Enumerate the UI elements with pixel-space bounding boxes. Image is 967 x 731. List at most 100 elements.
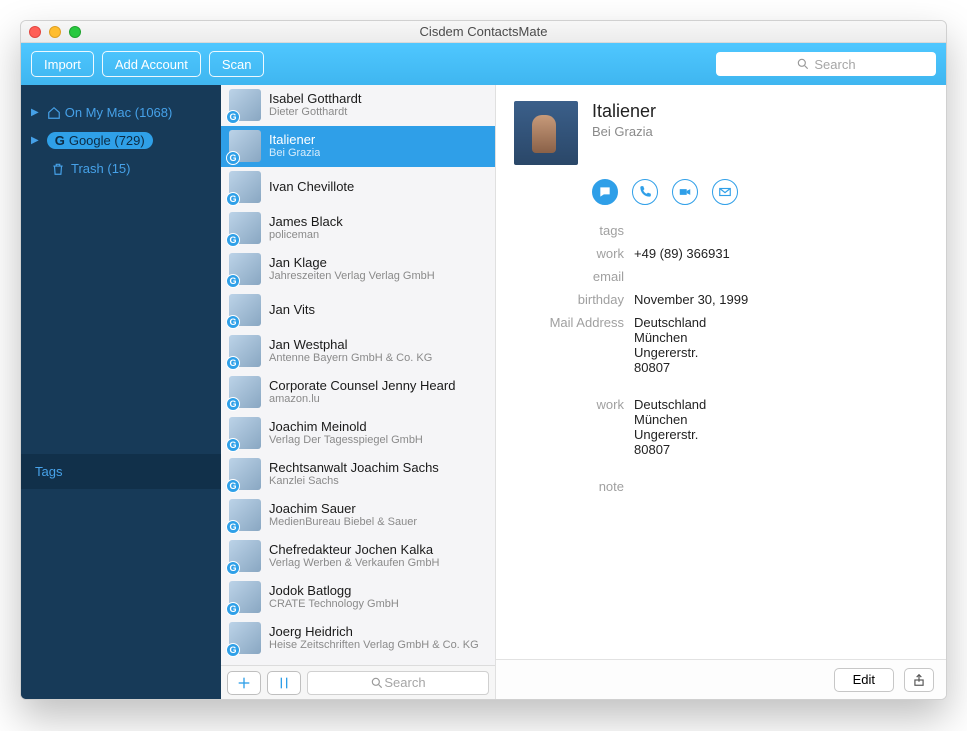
sidebar-trash-label: Trash (15) [71,161,130,176]
avatar: G [229,540,261,572]
home-icon [47,106,61,120]
contact-row[interactable]: GIvan Chevillote [221,167,495,208]
sidebar-tags-area [21,489,221,699]
avatar: G [229,294,261,326]
avatar: G [229,458,261,490]
google-badge-icon: G [226,479,240,493]
scan-button[interactable]: Scan [209,51,265,77]
disclosure-triangle-icon[interactable]: ▶ [31,107,39,118]
contact-subtitle: Bei Grazia [269,147,320,160]
search-input-top[interactable]: Search [716,52,936,76]
contact-subtitle: MedienBureau Biebel & Sauer [269,516,417,529]
detail-field-row: birthdayNovember 30, 1999 [514,288,928,311]
contact-row[interactable]: G Isabel GotthardtDieter Gotthardt [221,85,495,126]
contact-row[interactable]: GJoachim MeinoldVerlag Der Tagesspiegel … [221,413,495,454]
import-button[interactable]: Import [31,51,94,77]
add-account-button[interactable]: Add Account [102,51,201,77]
add-contact-button[interactable] [227,671,261,695]
contact-subtitle: amazon.lu [269,393,455,406]
contact-row[interactable]: GJames Blackpoliceman [221,208,495,249]
main-area: ▶ On My Mac (1068) ▶ G Google (729) Tras [21,85,946,699]
detail-fields: tags work+49 (89) 366931 email birthdayNove… [514,219,928,498]
disclosure-triangle-icon[interactable]: ▶ [31,135,39,146]
contact-row[interactable]: G Chefredakteur Jochen KalkaVerlag Werben… [221,536,495,577]
avatar: G [229,253,261,285]
search-icon [796,57,810,71]
field-label: tags [514,223,634,238]
contact-row[interactable]: GJoachim SauerMedienBureau Biebel & Saue… [221,495,495,536]
contact-row[interactable]: GRechtsanwalt Joachim SachsKanzlei Sachs [221,454,495,495]
columns-button[interactable] [267,671,301,695]
detail-subtitle: Bei Grazia [592,124,656,139]
video-button[interactable] [672,179,698,205]
avatar: G [229,171,261,203]
field-value [634,479,928,494]
detail-scroll: Italiener Bei Grazia [496,85,946,659]
field-value: November 30, 1999 [634,292,928,307]
google-badge-icon: G [226,110,240,124]
trash-icon [51,162,65,176]
detail-footer: Edit [496,659,946,699]
search-placeholder-top: Search [814,57,855,72]
contact-row[interactable]: GJodok BatloggCRATE Technology GmbH [221,577,495,618]
contact-subtitle: Jahreszeiten Verlag Verlag GmbH [269,270,435,283]
contact-subtitle: Verlag Werben & Verkaufen GmbH [269,557,439,570]
contact-subtitle: Antenne Bayern GmbH & Co. KG [269,352,432,365]
columns-icon [276,675,292,691]
phone-icon [638,185,652,199]
window-title: Cisdem ContactsMate [21,24,946,39]
contact-name: Jan Westphal [269,337,432,353]
contact-list-footer: Search [221,665,495,699]
search-placeholder-bottom: Search [384,675,425,690]
contact-row[interactable]: GJan Vits [221,290,495,331]
contact-name: Chefredakteur Jochen Kalka [269,542,439,558]
contact-row[interactable]: GCorporate Counsel Jenny Heardamazon.lu [221,372,495,413]
avatar: G [229,212,261,244]
message-button[interactable] [592,179,618,205]
field-label: work [514,397,634,457]
field-value [634,269,928,284]
contact-row[interactable]: GItalienerBei Grazia [221,126,495,167]
contact-photo[interactable] [514,101,578,165]
contact-subtitle: policeman [269,229,343,242]
contact-name: Jodok Batlogg [269,583,399,599]
contact-subtitle: Dieter Gotthardt [269,106,362,119]
edit-button[interactable]: Edit [834,668,894,692]
contact-row[interactable]: G Jan KlageJahreszeiten Verlag Verlag Gmb… [221,249,495,290]
google-badge-icon: G [226,315,240,329]
sidebar-tags-header[interactable]: Tags [21,454,221,489]
sidebar: ▶ On My Mac (1068) ▶ G Google (729) Tras [21,85,221,699]
contact-subtitle: CRATE Technology GmbH [269,598,399,611]
call-button[interactable] [632,179,658,205]
detail-actions [592,179,928,205]
field-label: email [514,269,634,284]
sidebar-item-google[interactable]: ▶ G Google (729) [21,126,221,155]
detail-field-row: Mail AddressDeutschland München Ungerers… [514,311,928,379]
detail-field-row: workDeutschland München Ungererstr. 8080… [514,393,928,461]
sidebar-item-trash[interactable]: Trash (15) [21,155,221,182]
field-label: work [514,246,634,261]
google-badge-icon: G [226,356,240,370]
avatar: G [229,376,261,408]
contact-name: Italiener [269,132,320,148]
google-badge-icon: G [226,397,240,411]
contact-row[interactable]: G Jan WestphalAntenne Bayern GmbH & Co. K… [221,331,495,372]
email-button[interactable] [712,179,738,205]
field-value [634,223,928,238]
google-badge-icon: G [226,233,240,247]
contact-name: Jan Klage [269,255,435,271]
avatar: G [229,499,261,531]
search-input-bottom[interactable]: Search [307,671,489,695]
contact-row[interactable]: GJoerg HeidrichHeise Zeitschriften Verla… [221,618,495,659]
google-badge-icon: G [226,438,240,452]
contact-name: Isabel Gotthardt [269,91,362,107]
app-window: Cisdem ContactsMate Import Add Account S… [20,20,947,700]
field-label: note [514,479,634,494]
detail-field-row: work+49 (89) 366931 [514,242,928,265]
contact-list[interactable]: GIsabel GotthardtDieter GotthardtGItalie… [221,85,495,665]
detail-field-row: tags [514,219,928,242]
contact-subtitle: Kanzlei Sachs [269,475,439,488]
sidebar-item-on-my-mac[interactable]: ▶ On My Mac (1068) [21,99,221,126]
detail-field-row: note [514,475,928,498]
share-button[interactable] [904,668,934,692]
